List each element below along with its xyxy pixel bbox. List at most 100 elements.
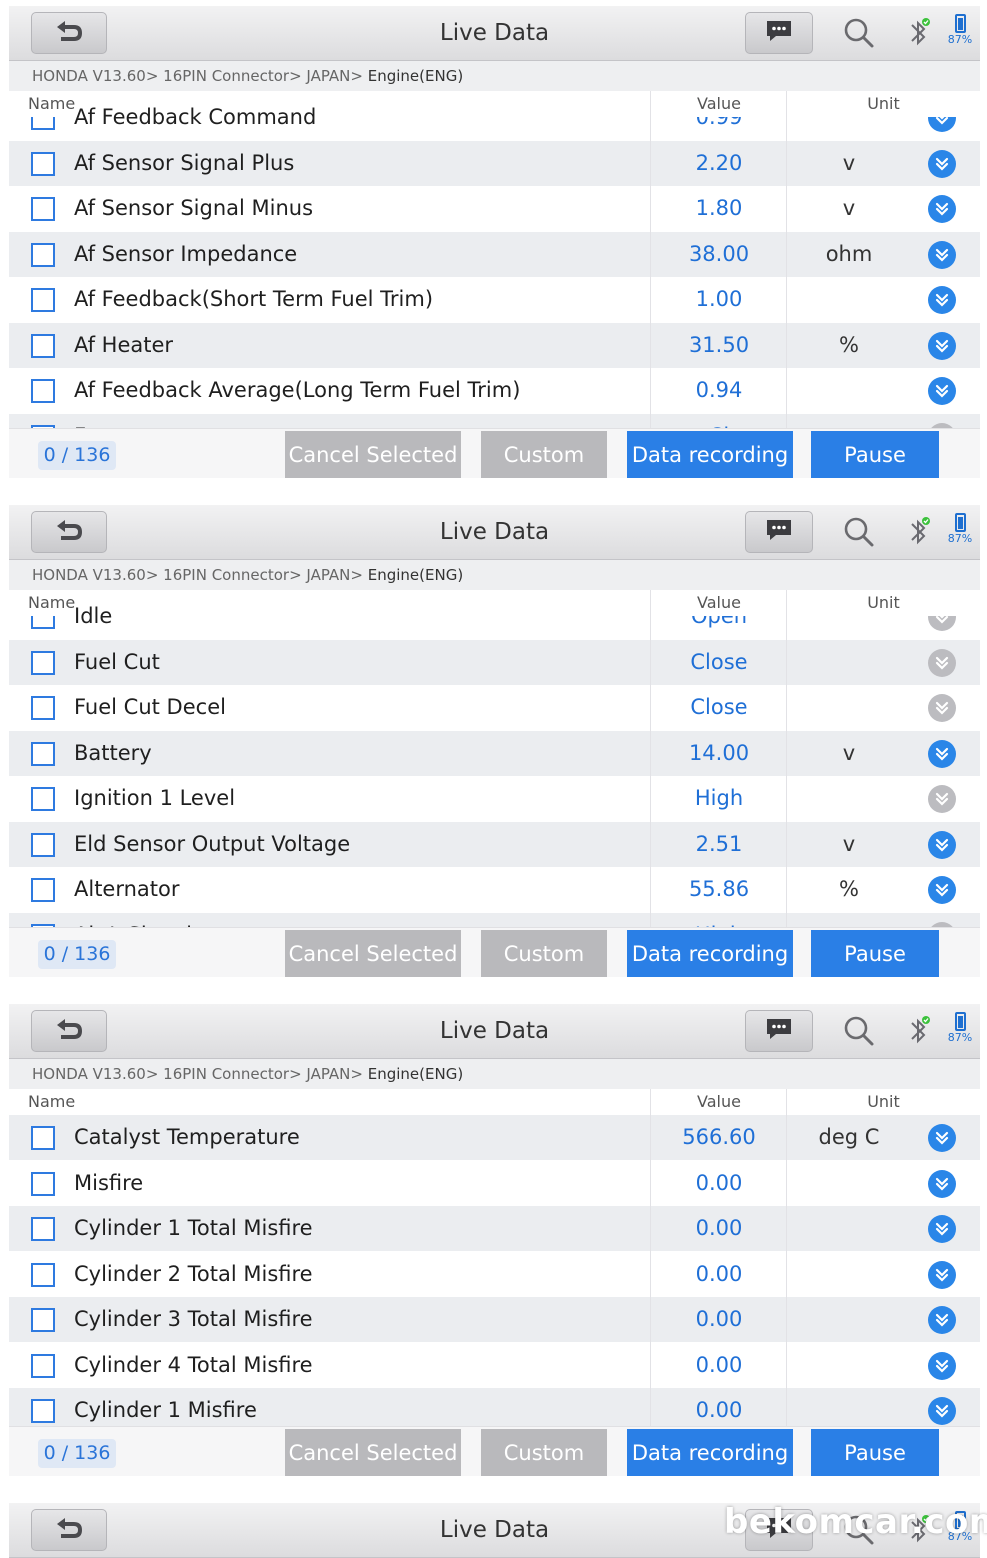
row-checkbox[interactable] <box>31 1353 55 1378</box>
row-checkbox[interactable] <box>31 1262 55 1287</box>
pause-button[interactable]: Pause <box>811 1429 939 1476</box>
expand-chevron-icon[interactable] <box>928 1124 956 1152</box>
table-row[interactable]: Fuel Cut Decel Close <box>9 685 980 730</box>
message-button[interactable] <box>745 12 813 54</box>
row-checkbox[interactable] <box>31 878 55 902</box>
table-row[interactable]: Cylinder 1 Total Misfire 0.00 <box>9 1206 980 1251</box>
expand-chevron-icon[interactable] <box>928 331 956 360</box>
row-name: Eld Sensor Output Voltage <box>74 831 351 856</box>
expand-chevron-icon[interactable] <box>928 240 956 269</box>
row-unit <box>787 1161 911 1206</box>
table-row[interactable]: Fuel Cut Close <box>9 639 980 685</box>
row-unit <box>787 1252 911 1297</box>
custom-button[interactable]: Custom <box>481 930 607 977</box>
expand-chevron-icon[interactable] <box>928 1306 956 1334</box>
expand-chevron-icon[interactable] <box>928 694 956 722</box>
expand-chevron-icon[interactable] <box>928 739 956 768</box>
row-checkbox[interactable] <box>31 379 55 403</box>
table-row[interactable]: Alternator 55.86% <box>9 867 980 912</box>
row-checkbox[interactable] <box>31 696 55 720</box>
table-row[interactable]: Misfire 0.00 <box>9 1160 980 1206</box>
row-unit <box>787 1206 911 1251</box>
message-icon <box>764 18 794 48</box>
table-row[interactable]: Alt L Signal High <box>9 912 980 928</box>
live-data-table[interactable]: Name Value Unit Catalyst Temperature 566.60 d… <box>9 1089 980 1426</box>
breadcrumb-current: Engine(ENG) <box>367 67 464 85</box>
row-checkbox[interactable] <box>31 333 55 358</box>
row-checkbox[interactable] <box>31 787 55 811</box>
table-row[interactable]: Af Sensor Signal Plus 2.20 v <box>9 140 980 186</box>
search-icon[interactable] <box>841 514 877 550</box>
search-icon[interactable] <box>841 15 877 51</box>
row-name: Cylinder 3 Total Misfire <box>74 1307 313 1331</box>
search-icon[interactable] <box>841 1013 877 1049</box>
message-button[interactable] <box>745 511 813 553</box>
expand-chevron-icon[interactable] <box>928 1260 956 1289</box>
expand-chevron-icon[interactable] <box>928 785 956 813</box>
expand-chevron-icon[interactable] <box>928 1397 956 1425</box>
table-row[interactable]: Cylinder 3 Total Misfire 0.00 <box>9 1297 980 1342</box>
row-name: Af Sensor Impedance <box>74 241 298 266</box>
row-checkbox[interactable] <box>31 741 55 766</box>
live-data-table[interactable]: Name Value Unit Idle Open Fuel Cut Close Fuel C… <box>9 590 980 927</box>
expand-chevron-icon[interactable] <box>928 286 956 314</box>
row-value: 0.00 <box>695 1170 743 1195</box>
expand-chevron-icon[interactable] <box>928 377 956 405</box>
row-checkbox[interactable] <box>31 1399 55 1423</box>
row-value: Close <box>690 649 748 674</box>
column-header-name: Name <box>28 590 76 616</box>
row-checkbox[interactable] <box>31 197 55 221</box>
column-divider <box>786 1089 787 1426</box>
table-row[interactable]: Cylinder 4 Total Misfire 0.00 <box>9 1342 980 1388</box>
battery-percent: 87% <box>947 33 973 46</box>
battery-icon: 87% <box>945 511 975 555</box>
row-checkbox[interactable] <box>31 288 55 312</box>
table-row[interactable]: Af Feedback Average(Long Term Fuel Trim)… <box>9 368 980 413</box>
expand-chevron-icon[interactable] <box>928 1215 956 1243</box>
expand-chevron-icon[interactable] <box>928 1169 956 1198</box>
data-recording-button[interactable]: Data recording <box>627 1429 793 1476</box>
table-row[interactable]: Catalyst Temperature 566.60 deg C <box>9 1115 980 1160</box>
table-row[interactable]: Cylinder 1 Misfire 0.00 <box>9 1388 980 1426</box>
table-row[interactable]: Ignition 1 Level High <box>9 776 980 821</box>
row-unit: deg C <box>818 1125 880 1149</box>
table-row[interactable]: F Cl <box>9 413 980 428</box>
table-row[interactable]: Af Feedback(Short Term Fuel Trim) 1.00 <box>9 277 980 322</box>
table-row[interactable]: Cylinder 2 Total Misfire 0.00 <box>9 1251 980 1297</box>
live-data-table[interactable]: Name Value Unit Af Feedback Command 0.99 Af S… <box>9 91 980 428</box>
cancel-selected-button[interactable]: Cancel Selected <box>285 1429 461 1476</box>
row-checkbox[interactable] <box>31 1217 55 1241</box>
table-row[interactable]: Af Sensor Impedance 38.00 ohm <box>9 231 980 277</box>
message-icon <box>764 1016 794 1046</box>
expand-chevron-icon[interactable] <box>928 195 956 223</box>
custom-button[interactable]: Custom <box>481 431 607 478</box>
row-checkbox[interactable] <box>31 832 55 857</box>
row-checkbox[interactable] <box>31 1308 55 1332</box>
expand-chevron-icon[interactable] <box>928 876 956 904</box>
data-recording-button[interactable]: Data recording <box>627 930 793 977</box>
data-recording-button[interactable]: Data recording <box>627 431 793 478</box>
message-button[interactable] <box>745 1010 813 1052</box>
row-checkbox[interactable] <box>31 1126 55 1150</box>
row-checkbox[interactable] <box>31 650 55 675</box>
expand-chevron-icon[interactable] <box>928 830 956 859</box>
row-value: 0.00 <box>695 1398 743 1422</box>
table-row[interactable]: Af Sensor Signal Minus 1.80 v <box>9 186 980 231</box>
row-checkbox[interactable] <box>31 242 55 267</box>
row-checkbox[interactable] <box>31 151 55 176</box>
expand-chevron-icon[interactable] <box>928 1351 956 1380</box>
table-row[interactable]: Eld Sensor Output Voltage 2.51 v <box>9 821 980 867</box>
cancel-selected-button[interactable]: Cancel Selected <box>285 930 461 977</box>
row-checkbox[interactable] <box>31 1171 55 1196</box>
cancel-selected-button[interactable]: Cancel Selected <box>285 431 461 478</box>
table-row[interactable]: Battery 14.00 v <box>9 730 980 776</box>
footer-toolbar: 0 / 136 Cancel Selected Custom Data recordi… <box>9 428 980 478</box>
table-row[interactable]: Af Heater 31.50% <box>9 322 980 368</box>
expand-chevron-icon[interactable] <box>928 149 956 178</box>
expand-chevron-icon[interactable] <box>928 648 956 677</box>
custom-button[interactable]: Custom <box>481 1429 607 1476</box>
pause-button[interactable]: Pause <box>811 930 939 977</box>
row-value: High <box>694 786 744 810</box>
pause-button[interactable]: Pause <box>811 431 939 478</box>
row-value: High <box>651 913 787 928</box>
